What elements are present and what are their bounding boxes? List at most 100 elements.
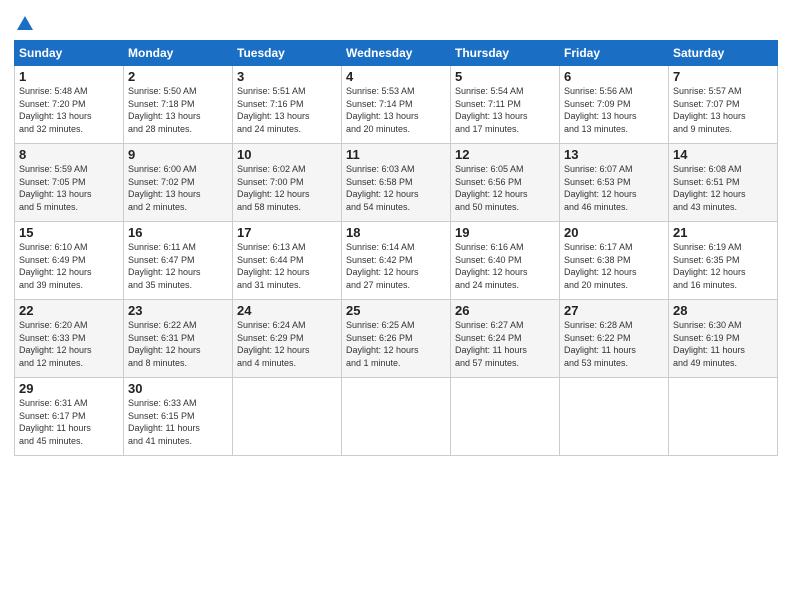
cell-info: Sunrise: 6:24 AMSunset: 6:29 PMDaylight:… [237,319,337,369]
day-number: 4 [346,69,446,84]
day-number: 8 [19,147,119,162]
calendar-cell: 25Sunrise: 6:25 AMSunset: 6:26 PMDayligh… [342,300,451,378]
day-number: 12 [455,147,555,162]
calendar-cell: 12Sunrise: 6:05 AMSunset: 6:56 PMDayligh… [451,144,560,222]
logo-icon [15,14,35,34]
calendar-table: SundayMondayTuesdayWednesdayThursdayFrid… [14,40,778,456]
calendar-cell: 8Sunrise: 5:59 AMSunset: 7:05 PMDaylight… [15,144,124,222]
calendar-cell: 27Sunrise: 6:28 AMSunset: 6:22 PMDayligh… [560,300,669,378]
cell-info: Sunrise: 5:51 AMSunset: 7:16 PMDaylight:… [237,85,337,135]
calendar-cell: 20Sunrise: 6:17 AMSunset: 6:38 PMDayligh… [560,222,669,300]
day-number: 15 [19,225,119,240]
calendar-cell [560,378,669,456]
calendar-week-row: 15Sunrise: 6:10 AMSunset: 6:49 PMDayligh… [15,222,778,300]
cell-info: Sunrise: 5:59 AMSunset: 7:05 PMDaylight:… [19,163,119,213]
calendar-cell: 24Sunrise: 6:24 AMSunset: 6:29 PMDayligh… [233,300,342,378]
day-number: 19 [455,225,555,240]
calendar-cell: 19Sunrise: 6:16 AMSunset: 6:40 PMDayligh… [451,222,560,300]
calendar-cell: 2Sunrise: 5:50 AMSunset: 7:18 PMDaylight… [124,66,233,144]
cell-info: Sunrise: 6:07 AMSunset: 6:53 PMDaylight:… [564,163,664,213]
day-number: 30 [128,381,228,396]
calendar-week-row: 8Sunrise: 5:59 AMSunset: 7:05 PMDaylight… [15,144,778,222]
calendar-cell: 9Sunrise: 6:00 AMSunset: 7:02 PMDaylight… [124,144,233,222]
day-number: 11 [346,147,446,162]
cell-info: Sunrise: 5:50 AMSunset: 7:18 PMDaylight:… [128,85,228,135]
calendar-cell: 13Sunrise: 6:07 AMSunset: 6:53 PMDayligh… [560,144,669,222]
calendar-cell: 11Sunrise: 6:03 AMSunset: 6:58 PMDayligh… [342,144,451,222]
cell-info: Sunrise: 6:17 AMSunset: 6:38 PMDaylight:… [564,241,664,291]
weekday-header: Wednesday [342,41,451,66]
weekday-header: Monday [124,41,233,66]
calendar-cell: 28Sunrise: 6:30 AMSunset: 6:19 PMDayligh… [669,300,778,378]
cell-info: Sunrise: 6:28 AMSunset: 6:22 PMDaylight:… [564,319,664,369]
calendar-cell: 15Sunrise: 6:10 AMSunset: 6:49 PMDayligh… [15,222,124,300]
cell-info: Sunrise: 6:02 AMSunset: 7:00 PMDaylight:… [237,163,337,213]
weekday-header: Friday [560,41,669,66]
calendar-week-row: 29Sunrise: 6:31 AMSunset: 6:17 PMDayligh… [15,378,778,456]
calendar-cell: 17Sunrise: 6:13 AMSunset: 6:44 PMDayligh… [233,222,342,300]
cell-info: Sunrise: 5:48 AMSunset: 7:20 PMDaylight:… [19,85,119,135]
day-number: 14 [673,147,773,162]
cell-info: Sunrise: 6:11 AMSunset: 6:47 PMDaylight:… [128,241,228,291]
calendar-cell: 18Sunrise: 6:14 AMSunset: 6:42 PMDayligh… [342,222,451,300]
cell-info: Sunrise: 6:30 AMSunset: 6:19 PMDaylight:… [673,319,773,369]
cell-info: Sunrise: 5:56 AMSunset: 7:09 PMDaylight:… [564,85,664,135]
cell-info: Sunrise: 5:54 AMSunset: 7:11 PMDaylight:… [455,85,555,135]
page-header [14,10,778,34]
day-number: 21 [673,225,773,240]
cell-info: Sunrise: 6:10 AMSunset: 6:49 PMDaylight:… [19,241,119,291]
calendar-cell [233,378,342,456]
calendar-cell: 7Sunrise: 5:57 AMSunset: 7:07 PMDaylight… [669,66,778,144]
calendar-cell [451,378,560,456]
calendar-header-row: SundayMondayTuesdayWednesdayThursdayFrid… [15,41,778,66]
cell-info: Sunrise: 6:19 AMSunset: 6:35 PMDaylight:… [673,241,773,291]
calendar-cell: 3Sunrise: 5:51 AMSunset: 7:16 PMDaylight… [233,66,342,144]
day-number: 16 [128,225,228,240]
cell-info: Sunrise: 6:03 AMSunset: 6:58 PMDaylight:… [346,163,446,213]
weekday-header: Thursday [451,41,560,66]
calendar-cell: 5Sunrise: 5:54 AMSunset: 7:11 PMDaylight… [451,66,560,144]
calendar-cell: 23Sunrise: 6:22 AMSunset: 6:31 PMDayligh… [124,300,233,378]
cell-info: Sunrise: 6:33 AMSunset: 6:15 PMDaylight:… [128,397,228,447]
day-number: 25 [346,303,446,318]
day-number: 7 [673,69,773,84]
day-number: 18 [346,225,446,240]
calendar-week-row: 22Sunrise: 6:20 AMSunset: 6:33 PMDayligh… [15,300,778,378]
day-number: 23 [128,303,228,318]
day-number: 1 [19,69,119,84]
logo [14,14,35,34]
cell-info: Sunrise: 6:13 AMSunset: 6:44 PMDaylight:… [237,241,337,291]
cell-info: Sunrise: 5:57 AMSunset: 7:07 PMDaylight:… [673,85,773,135]
calendar-body: 1Sunrise: 5:48 AMSunset: 7:20 PMDaylight… [15,66,778,456]
day-number: 24 [237,303,337,318]
day-number: 20 [564,225,664,240]
cell-info: Sunrise: 6:27 AMSunset: 6:24 PMDaylight:… [455,319,555,369]
calendar-cell: 16Sunrise: 6:11 AMSunset: 6:47 PMDayligh… [124,222,233,300]
day-number: 2 [128,69,228,84]
cell-info: Sunrise: 6:00 AMSunset: 7:02 PMDaylight:… [128,163,228,213]
cell-info: Sunrise: 6:22 AMSunset: 6:31 PMDaylight:… [128,319,228,369]
day-number: 27 [564,303,664,318]
calendar-cell: 30Sunrise: 6:33 AMSunset: 6:15 PMDayligh… [124,378,233,456]
cell-info: Sunrise: 6:16 AMSunset: 6:40 PMDaylight:… [455,241,555,291]
day-number: 29 [19,381,119,396]
calendar-cell [342,378,451,456]
calendar-cell: 29Sunrise: 6:31 AMSunset: 6:17 PMDayligh… [15,378,124,456]
calendar-cell: 1Sunrise: 5:48 AMSunset: 7:20 PMDaylight… [15,66,124,144]
day-number: 26 [455,303,555,318]
cell-info: Sunrise: 6:31 AMSunset: 6:17 PMDaylight:… [19,397,119,447]
day-number: 22 [19,303,119,318]
weekday-header: Tuesday [233,41,342,66]
calendar-cell: 21Sunrise: 6:19 AMSunset: 6:35 PMDayligh… [669,222,778,300]
calendar-cell: 22Sunrise: 6:20 AMSunset: 6:33 PMDayligh… [15,300,124,378]
day-number: 6 [564,69,664,84]
cell-info: Sunrise: 6:25 AMSunset: 6:26 PMDaylight:… [346,319,446,369]
calendar-cell: 6Sunrise: 5:56 AMSunset: 7:09 PMDaylight… [560,66,669,144]
weekday-header: Saturday [669,41,778,66]
day-number: 17 [237,225,337,240]
calendar-cell: 14Sunrise: 6:08 AMSunset: 6:51 PMDayligh… [669,144,778,222]
calendar-cell: 26Sunrise: 6:27 AMSunset: 6:24 PMDayligh… [451,300,560,378]
weekday-header: Sunday [15,41,124,66]
day-number: 10 [237,147,337,162]
calendar-cell: 4Sunrise: 5:53 AMSunset: 7:14 PMDaylight… [342,66,451,144]
